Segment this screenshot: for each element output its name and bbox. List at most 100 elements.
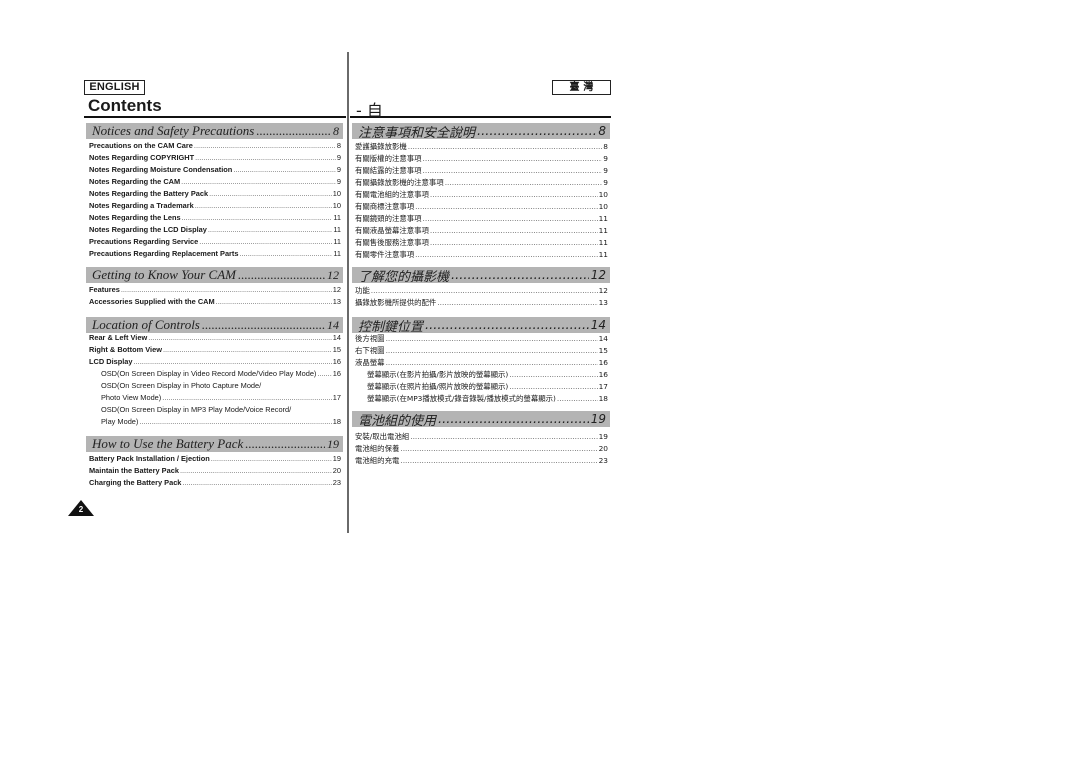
toc-entry[interactable]: Notes Regarding Moisture Condensation 9 [89, 165, 341, 177]
leader-dots [245, 436, 325, 452]
entry-label: 有關攝錄放影機的注意事項 [355, 178, 444, 187]
toc-entry[interactable]: Rear & Left View 14 [89, 333, 341, 345]
toc-entry[interactable]: Notes Regarding a Trademark 10 [89, 201, 341, 213]
leader-dots [451, 268, 589, 283]
toc-entry[interactable]: 液晶螢幕 16 [355, 357, 608, 369]
section-header[interactable]: Location of Controls 14 [86, 317, 343, 333]
leader-dots [423, 166, 603, 175]
leader-dots [195, 201, 332, 210]
section-page: 12 [327, 267, 339, 282]
toc-entry[interactable]: Precautions Regarding Replacement Parts 1… [89, 249, 341, 261]
section-title: 注意事項和安全說明 [358, 125, 476, 141]
entry-label: 有關版權的注意事項 [355, 154, 422, 163]
section-header[interactable]: 了解您的攝影機 12 [352, 267, 610, 285]
toc-entry[interactable]: 後方視圖 14 [355, 333, 608, 345]
section-title: Getting to Know Your CAM [92, 267, 236, 282]
toc-entry[interactable]: Play Mode) 18 [101, 417, 341, 429]
toc-entry[interactable]: 電池組的充電 23 [355, 455, 608, 467]
toc-entry[interactable]: 有關電池組的注意事項 10 [355, 189, 608, 201]
leader-dots [194, 141, 336, 150]
toc-entry[interactable]: Notes Regarding the CAM 9 [89, 177, 341, 189]
toc-entry[interactable]: 右下視圖 15 [355, 345, 608, 357]
toc-entry[interactable]: Battery Pack Installation / Ejection 19 [89, 454, 341, 466]
toc-entry[interactable]: Precautions on the CAM Care 8 [89, 141, 341, 153]
entry-label: 有關鏡頭的注意事項 [355, 214, 422, 223]
leader-dots [400, 444, 597, 453]
entry-page: 18 [332, 417, 341, 426]
entry-page: 14 [332, 333, 341, 342]
section-header[interactable]: 電池組的使用 19 [352, 411, 610, 429]
toc-entry[interactable]: OSD(On Screen Display in Video Record Mo… [101, 369, 341, 381]
toc-entry[interactable]: 安裝/取出電池組 19 [355, 431, 608, 443]
entry-label: 液晶螢幕 [355, 358, 385, 367]
toc-entry[interactable]: 有關零件注意事項 11 [355, 249, 608, 261]
language-label-english: ENGLISH [84, 80, 145, 95]
leader-dots [386, 358, 598, 367]
entry-page: 16 [332, 357, 341, 366]
entry-page: 11 [333, 237, 341, 246]
entry-label: Notes Regarding COPYRIGHT [89, 153, 195, 162]
entry-label: Notes Regarding the LCD Display [89, 225, 207, 234]
toc-entry[interactable]: Precautions Regarding Service 11 [89, 237, 341, 249]
section-title: How to Use the Battery Pack [92, 436, 244, 451]
toc-entry[interactable]: 螢幕顯示(在MP3播放模式/錄音錄製/播放模式的螢幕顯示) 18 [367, 393, 608, 405]
section-header[interactable]: 控制鍵位置 14 [352, 317, 610, 335]
toc-entry[interactable]: 有關結露的注意事項 9 [355, 165, 608, 177]
entry-page: 9 [603, 154, 608, 163]
leader-dots [438, 412, 589, 427]
entry-page: 19 [332, 454, 341, 463]
section-header[interactable]: Getting to Know Your CAM 12 [86, 267, 343, 283]
toc-entry[interactable]: Notes Regarding the LCD Display 11 [89, 225, 341, 237]
entry-label: 電池組的充電 [355, 456, 400, 465]
entry-label: 右下視圖 [355, 346, 385, 355]
section-header[interactable]: Notices and Safety Precautions 8 [86, 123, 343, 139]
toc-entry[interactable]: 螢幕顯示(在影片拍攝/影片放映的螢幕顯示) 16 [367, 369, 608, 381]
toc-entry[interactable]: OSD(On Screen Display in MP3 Play Mode/V… [101, 405, 341, 417]
language-label-taiwan: 臺 灣 [552, 80, 611, 95]
entry-label: 功能 [355, 286, 370, 295]
toc-entry[interactable]: Right & Bottom View 15 [89, 345, 341, 357]
toc-entry[interactable]: Features 12 [89, 285, 341, 297]
section-header[interactable]: 注意事項和安全說明 8 [352, 123, 610, 141]
toc-entry[interactable]: 電池組的保養 20 [355, 443, 608, 455]
toc-entry[interactable]: 螢幕顯示(在照片拍攝/照片放映的螢幕顯示) 17 [367, 381, 608, 393]
entry-page: 19 [598, 432, 608, 441]
toc-entry[interactable]: 有關液晶螢幕注意事項 11 [355, 225, 608, 237]
toc-entry[interactable]: 愛護攝錄放影機 8 [355, 141, 608, 153]
section-title: Notices and Safety Precautions [92, 123, 255, 138]
entry-page: 9 [336, 165, 341, 174]
entry-label: Notes Regarding the CAM [89, 177, 181, 186]
leader-dots [415, 250, 597, 259]
toc-entry[interactable]: Notes Regarding the Lens 11 [89, 213, 341, 225]
toc-entry[interactable]: 有關售後服務注意事項 11 [355, 237, 608, 249]
entry-label: 螢幕顯示(在影片拍攝/影片放映的螢幕顯示) [367, 370, 509, 379]
toc-entry[interactable]: 有關版權的注意事項 9 [355, 153, 608, 165]
section-header[interactable]: How to Use the Battery Pack 19 [86, 436, 343, 452]
entry-label: 電池組的保養 [355, 444, 400, 453]
entry-label: Precautions on the CAM Care [89, 141, 193, 150]
toc-entry[interactable]: 攝錄放影機所提供的配件 13 [355, 297, 608, 309]
toc-entry[interactable]: LCD Display 16 [89, 357, 341, 369]
leader-dots [202, 317, 325, 333]
toc-entry[interactable]: 有關攝錄放影機的注意事項 9 [355, 177, 608, 189]
entry-label: Battery Pack Installation / Ejection [89, 454, 210, 463]
left-header-rule [84, 116, 346, 118]
toc-entry[interactable]: Charging the Battery Pack 23 [89, 478, 341, 490]
leader-dots [400, 456, 597, 465]
toc-entry[interactable]: Notes Regarding COPYRIGHT 9 [89, 153, 341, 165]
toc-entry[interactable]: 功能 12 [355, 285, 608, 297]
toc-entry[interactable]: Accessories Supplied with the CAM 13 [89, 297, 341, 309]
toc-entry[interactable]: Maintain the Battery Pack 20 [89, 466, 341, 478]
toc-entry[interactable]: OSD(On Screen Display in Photo Capture M… [101, 381, 341, 393]
toc-entry[interactable]: Photo View Mode) 17 [101, 393, 341, 405]
leader-dots [425, 318, 589, 333]
entry-label: Notes Regarding the Lens [89, 213, 181, 222]
toc-entry[interactable]: Notes Regarding the Battery Pack 10 [89, 189, 341, 201]
toc-entry[interactable]: 有關鏡頭的注意事項 11 [355, 213, 608, 225]
leader-dots [430, 226, 598, 235]
entry-label: Right & Bottom View [89, 345, 162, 354]
leader-dots [208, 225, 332, 234]
toc-entry[interactable]: 有關商標注意事項 10 [355, 201, 608, 213]
leader-dots [386, 334, 598, 343]
leader-dots [182, 213, 333, 222]
